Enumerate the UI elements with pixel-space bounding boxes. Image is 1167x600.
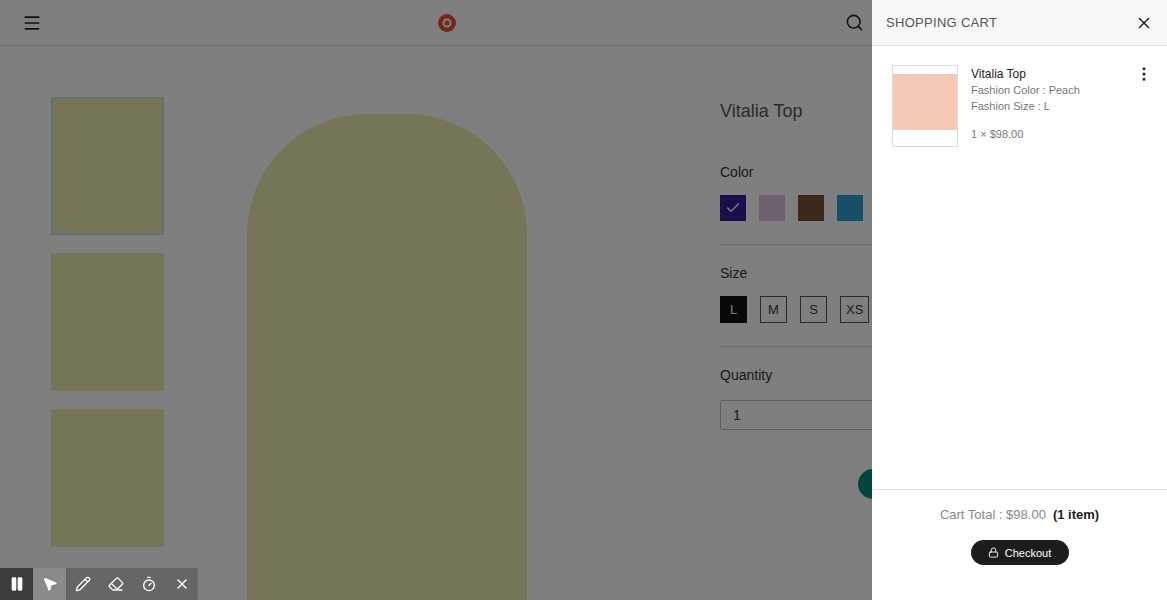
cart-item-size: Fashion Size : L [971, 98, 1122, 114]
cart-drawer: SHOPPING CART Vitalia TopFashion Color : … [872, 0, 1167, 600]
close-icon[interactable] [174, 576, 190, 592]
tool-button[interactable] [33, 568, 66, 600]
pencil-icon[interactable] [75, 576, 91, 592]
tool-button[interactable] [132, 568, 165, 600]
cart-count: (1 item) [1053, 507, 1099, 522]
checkout-button[interactable]: Checkout [971, 540, 1069, 565]
cart-item-name[interactable]: Vitalia Top [971, 66, 1122, 82]
cart-total: Cart Total : $98.00 (1 item) [940, 507, 1099, 522]
cart-item: Vitalia TopFashion Color : PeachFashion … [892, 65, 1147, 147]
pause-icon[interactable] [9, 576, 25, 592]
eraser-icon[interactable] [108, 576, 124, 592]
tool-button[interactable] [66, 568, 99, 600]
cart-header: SHOPPING CART [872, 0, 1167, 46]
timer-icon[interactable] [141, 576, 157, 592]
more-icon[interactable] [1135, 65, 1153, 83]
cart-item-menu[interactable] [1135, 65, 1153, 83]
tool-button[interactable] [0, 568, 33, 600]
cart-items: Vitalia TopFashion Color : PeachFashion … [872, 46, 1167, 489]
cart-total-label: Cart Total : $98.00 [940, 507, 1046, 522]
lock-icon [988, 547, 999, 558]
app: Vitalia TopColorSizeLMSXSQuantity1SHOPPI… [0, 0, 1167, 600]
cursor-icon[interactable] [42, 576, 58, 592]
cart-item-color: Fashion Color : Peach [971, 82, 1122, 98]
cart-item-photo [892, 65, 958, 147]
tool-button[interactable] [165, 568, 198, 600]
close-icon[interactable] [1135, 14, 1153, 32]
cart-footer: Cart Total : $98.00 (1 item) Checkout [872, 489, 1167, 600]
cart-title: SHOPPING CART [886, 15, 997, 30]
cart-item-price: 1 × $98.00 [971, 128, 1122, 140]
cart-item-details: Vitalia TopFashion Color : PeachFashion … [971, 65, 1122, 140]
tool-button[interactable] [99, 568, 132, 600]
annotation-toolbar [0, 568, 198, 600]
close-cart-button[interactable] [1135, 14, 1153, 32]
